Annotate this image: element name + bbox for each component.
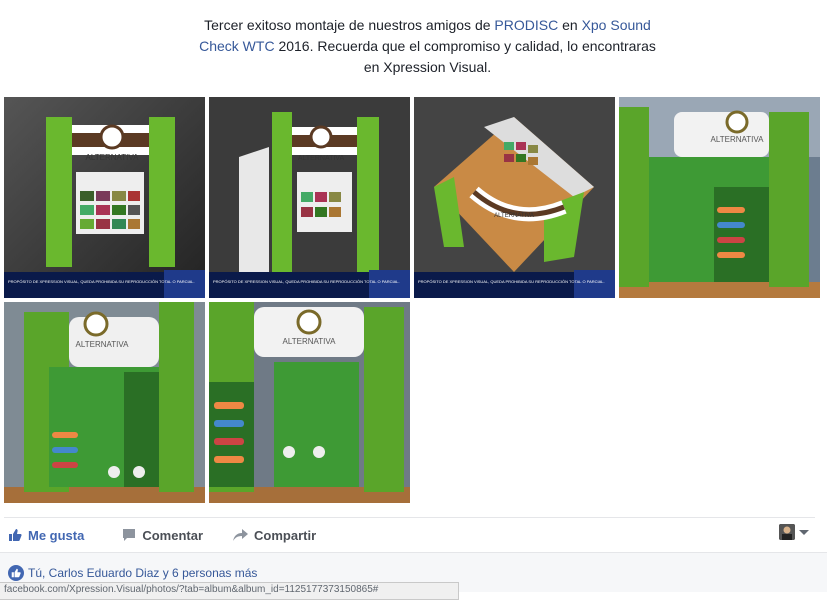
reactions-text: Tú, Carlos Eduardo Diaz y 6 personas más bbox=[28, 566, 258, 580]
avatar bbox=[779, 524, 795, 540]
comment-label: Comentar bbox=[142, 527, 204, 543]
photo-booth-photo-1[interactable]: ALTERNATIVA bbox=[619, 97, 820, 298]
booth-brand-label: ALTERNATIVA bbox=[76, 340, 130, 349]
watermark-banner: PROPÓSITO DE XPRESSION VISUAL, QUEDA PRO… bbox=[8, 279, 195, 284]
photo-booth-photo-1-image: ALTERNATIVA bbox=[619, 97, 820, 298]
booth-brand-label: ALTERNATIVA bbox=[86, 153, 140, 162]
user-avatar-icon bbox=[779, 524, 795, 540]
comment-button[interactable]: Comentar bbox=[122, 528, 203, 543]
share-icon bbox=[233, 529, 249, 541]
post-actions-bar: Me gusta Comentar Compartir bbox=[4, 517, 815, 552]
photo-booth-render-side-image: ALTERNATIVA PROPÓSITO DE XPRESSION VISUA… bbox=[209, 97, 410, 298]
photo-booth-photo-3[interactable]: ALTERNATIVA bbox=[209, 302, 410, 503]
photo-booth-photo-2[interactable]: ALTERNATIVA bbox=[4, 302, 205, 503]
booth-brand-label: ALTERNATIVA bbox=[494, 213, 534, 219]
post-as-selector[interactable] bbox=[779, 524, 809, 540]
reactions-summary[interactable]: Tú, Carlos Eduardo Diaz y 6 personas más bbox=[8, 565, 257, 581]
like-button[interactable]: Me gusta bbox=[8, 528, 84, 543]
booth-brand-label: ALTERNATIVA bbox=[283, 337, 337, 346]
caption-text: 2016. Recuerda que el compromiso y calid… bbox=[274, 38, 656, 75]
thumbs-up-icon bbox=[9, 529, 22, 541]
photo-booth-photo-2-image: ALTERNATIVA bbox=[4, 302, 205, 503]
share-label: Compartir bbox=[254, 527, 317, 543]
share-button[interactable]: Compartir bbox=[233, 528, 316, 543]
caption-text: en bbox=[558, 17, 582, 33]
chevron-down-icon bbox=[799, 529, 809, 535]
status-bar-url: facebook.com/Xpression.Visual/photos/?ta… bbox=[0, 582, 459, 600]
watermark-banner: PROPÓSITO DE XPRESSION VISUAL, QUEDA PRO… bbox=[213, 279, 400, 284]
photo-booth-render-side[interactable]: ALTERNATIVA PROPÓSITO DE XPRESSION VISUA… bbox=[209, 97, 410, 298]
comment-icon bbox=[123, 529, 136, 541]
photo-booth-render-top-image: ALTERNATIVA PROPÓSITO DE XPRESSION VISUA… bbox=[414, 97, 615, 298]
photo-booth-photo-3-image: ALTERNATIVA bbox=[209, 302, 410, 503]
caption-text: Tercer exitoso montaje de nuestros amigo… bbox=[204, 17, 495, 33]
photo-booth-render-top[interactable]: ALTERNATIVA PROPÓSITO DE XPRESSION VISUA… bbox=[414, 97, 615, 298]
booth-brand-label: ALTERNATIVA bbox=[711, 135, 765, 144]
photo-booth-render-front-image: ALTERNATIVA PROPÓSITO DE XPRESSION VISUA… bbox=[4, 97, 205, 298]
like-label: Me gusta bbox=[28, 527, 85, 543]
prodisc-link[interactable]: PRODISC bbox=[494, 17, 558, 33]
photo-booth-render-front[interactable]: ALTERNATIVA PROPÓSITO DE XPRESSION VISUA… bbox=[4, 97, 205, 298]
like-reaction-icon bbox=[8, 565, 24, 581]
post-caption: Tercer exitoso montaje de nuestros amigo… bbox=[190, 15, 665, 78]
booth-brand-label: ALTERNATIVA bbox=[298, 155, 345, 162]
watermark-banner: PROPÓSITO DE XPRESSION VISUAL, QUEDA PRO… bbox=[418, 279, 605, 284]
